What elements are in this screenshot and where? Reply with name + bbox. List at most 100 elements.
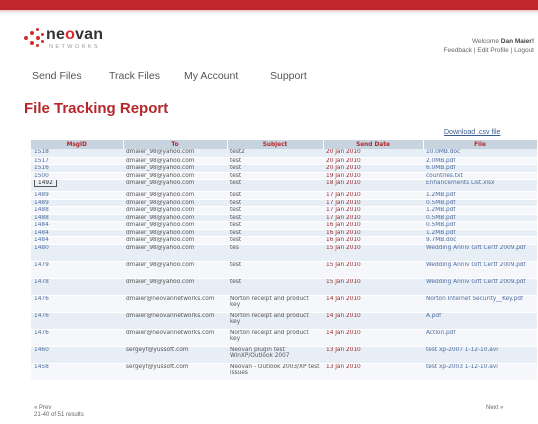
file-cell[interactable]: Action.pdf [423,329,537,347]
msgid-cell[interactable]: 1484 [31,236,123,245]
file-cell[interactable]: 1.2MB.pdf [423,206,537,215]
subject-cell: test [227,221,323,230]
file-cell[interactable]: 0.5MB.pdf [423,214,537,222]
subject-cell: test [227,191,323,200]
send-date-cell: 14 Jan 2010 [323,295,423,313]
table-row: 1488 dmaier_98@yahoo.com test 17 Jan 2010 0.… [31,214,537,222]
subject-cell: test [227,206,323,215]
send-date-cell: 16 Jan 2010 [323,236,423,245]
table-row: 1458 sergeyf@yussoft.com Neovan - Outlook … [31,363,537,381]
file-cell[interactable]: A.pdf [423,312,537,330]
welcome-text: Welcome [471,38,499,45]
msgid-cell[interactable]: 1480 [31,244,123,262]
col-header-subject[interactable]: Subject [227,140,324,149]
recipient-cell: dmaier@neovannetworks.com [123,312,227,330]
msgid-cell[interactable]: 1489 [31,199,123,207]
msgid-cell[interactable]: 1476 [31,329,123,347]
msgid-cell[interactable]: 1489 [31,191,123,200]
table-row: 1480 dmaier_98@yahoo.com tes 15 Jan 2010 Wed… [31,244,537,262]
send-date-cell: 15 Jan 2010 [323,278,423,296]
recipient-cell: dmaier_98@yahoo.com [123,229,227,237]
send-date-cell: 13 Jan 2010 [323,346,423,364]
subject-cell: test [227,172,323,180]
recipient-cell: sergeyf@yussoft.com [123,363,227,381]
recipient-cell: dmaier@neovannetworks.com [123,295,227,313]
file-cell[interactable]: 0.5MB.pdf [423,199,537,207]
file-cell[interactable]: 10.0MB.doc [423,149,537,158]
top-accent-bar [0,0,538,10]
table-row: 1488 dmaier_98@yahoo.com test 17 Jan 2010 1.… [31,206,537,215]
nav-my-account[interactable]: My Account [184,70,238,82]
msgid-cell[interactable]: 1484 [31,221,123,230]
col-header-send-date[interactable]: Send Date [323,140,424,149]
msgid-cell[interactable]: 1478 [31,278,123,296]
send-date-cell: 16 Jan 2010 [323,229,423,237]
msgid-cell[interactable]: 1517 [31,157,123,165]
recipient-cell: dmaier_98@yahoo.com [123,157,227,165]
table-row: 1516 dmaier_98@yahoo.com test 20 Jan 2010 6.… [31,164,537,173]
prev-page-link[interactable]: « Prev [34,405,84,412]
table-header-row: MsgID To Subject Send Date File [31,140,538,149]
results-count: 21-40 of 51 results [34,412,84,418]
page-title: File Tracking Report [24,100,169,117]
table-row: 1517 dmaier_98@yahoo.com test 20 Jan 2010 2.… [31,157,537,165]
msgid-cell[interactable]: 1500 [31,172,123,180]
send-date-cell: 18 Jan 2010 [323,179,423,192]
logo-dots-icon [24,28,44,48]
table-row: 1484 dmaier_98@yahoo.com test 16 Jan 2010 9.… [31,236,537,245]
send-date-cell: 19 Jan 2010 [323,172,423,180]
msgid-cell[interactable]: 1488 [31,206,123,215]
send-date-cell: 17 Jan 2010 [323,214,423,222]
file-cell[interactable]: 6.0MB.pdf [423,164,537,173]
msgid-cell[interactable]: 1516 [31,164,123,173]
table-row: 1484 dmaier_98@yahoo.com test 16 Jan 2010 0.… [31,221,537,230]
file-cell[interactable]: 1.2MB.pdf [423,229,537,237]
msgid-cell[interactable]: 1458 [31,363,123,381]
send-date-cell: 15 Jan 2010 [323,244,423,262]
col-header-file[interactable]: File [423,140,538,149]
neovan-logo[interactable]: neovan NETWORKS [24,26,134,58]
subject-cell: test [227,179,323,192]
next-page-link[interactable]: Next » [486,405,503,411]
nav-track-files[interactable]: Track Files [109,70,160,82]
download-csv-link[interactable]: Download .csv file [444,129,500,136]
msgid-cell[interactable]: 1460 [31,346,123,364]
msgid-cell[interactable]: 1484 [31,229,123,237]
file-cell[interactable]: Wedding Anniv Gift Certf 2009.pdf [423,278,537,296]
nav-support[interactable]: Support [270,70,307,82]
subject-cell: Norton receipt and product key [227,295,323,313]
file-cell[interactable]: 2.0MB.pdf [423,157,537,165]
recipient-cell: dmaier_98@yahoo.com [123,191,227,200]
send-date-cell: 20 Jan 2010 [323,149,423,158]
file-cell[interactable]: Wedding Anniv Gift Certf 2009.pdf [423,244,537,262]
msgid-cell[interactable]: 1518 [31,149,123,158]
feedback-link[interactable]: Feedback [444,47,473,54]
file-cell[interactable]: test xp-2007 1-12-10.avi [423,346,537,364]
file-cell[interactable]: Norton Internet Security__Key.pdf [423,295,537,313]
file-cell[interactable]: Enhancements List.xlsx [423,179,537,192]
col-header-to[interactable]: To [123,140,228,149]
col-header-msgid[interactable]: MsgID [31,140,124,149]
edit-profile-link[interactable]: Edit Profile [477,47,508,54]
msgid-link[interactable]: 1492 [34,179,57,187]
table-row: 1489 dmaier_98@yahoo.com test 17 Jan 2010 0.… [31,199,537,207]
subject-cell: Neovan plugin test WinXP/Outlook 2007 [227,346,323,364]
file-cell[interactable]: countries.txt [423,172,537,180]
table-row: 1518 dmaier_98@yahoo.com test2 20 Jan 2010 1… [31,149,537,158]
file-cell[interactable]: 9.7MB.doc [423,236,537,245]
subject-cell: Norton receipt and product key [227,312,323,330]
file-cell[interactable]: 1.2MB.pdf [423,191,537,200]
msgid-cell[interactable]: 1479 [31,261,123,279]
nav-send-files[interactable]: Send Files [32,70,82,82]
msgid-cell[interactable]: 1476 [31,295,123,313]
logout-link[interactable]: Logout [514,47,534,54]
send-date-cell: 14 Jan 2010 [323,312,423,330]
subject-cell: test [227,236,323,245]
file-cell[interactable]: 0.5MB.pdf [423,221,537,230]
user-links: Feedback | Edit Profile | Logout [443,47,535,54]
subject-cell: test [227,199,323,207]
msgid-cell[interactable]: 1488 [31,214,123,222]
msgid-cell[interactable]: 1476 [31,312,123,330]
file-cell[interactable]: test xp-2003 1-12-10.avi [423,363,537,381]
file-cell[interactable]: Wedding Anniv Gift Certf 2009.pdf [423,261,537,279]
